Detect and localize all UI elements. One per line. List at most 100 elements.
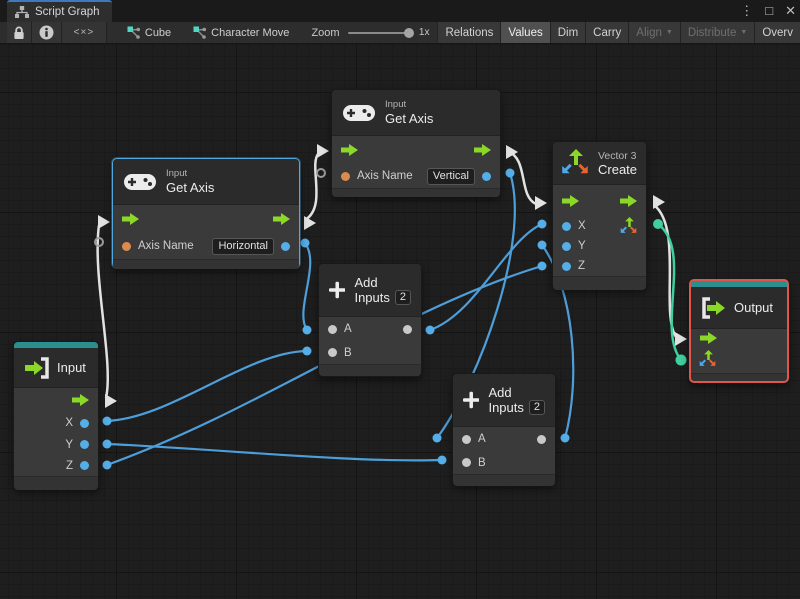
control-in-port[interactable] xyxy=(341,144,358,156)
node-graph-output[interactable]: Output xyxy=(689,279,789,383)
script-graph-window: Script Graph ⋮ □ ✕ <×> Cube Character Mo… xyxy=(0,0,800,599)
values-button[interactable]: Values xyxy=(500,22,550,43)
port-label: Axis Name xyxy=(357,170,413,182)
plus-icon xyxy=(463,391,480,409)
graph-icon xyxy=(15,6,29,18)
inputs-label: Inputs xyxy=(488,400,524,415)
node-get-axis-vertical[interactable]: Input Get Axis Axis Name Vertical xyxy=(331,89,501,197)
input-a-port[interactable] xyxy=(462,434,471,444)
lock-button[interactable] xyxy=(7,22,33,43)
node-add-1[interactable]: Add Inputs 2 A B xyxy=(318,263,422,377)
z-out-port[interactable] xyxy=(80,461,89,470)
node-category: Vector 3 xyxy=(598,149,637,162)
dim-button[interactable]: Dim xyxy=(549,22,586,43)
y-port[interactable] xyxy=(562,241,571,251)
vector3-out-port[interactable] xyxy=(620,217,637,234)
menu-icon[interactable]: ⋮ xyxy=(740,0,753,22)
inputs-count-field[interactable]: 2 xyxy=(528,400,545,415)
plus-icon xyxy=(329,281,346,299)
string-port[interactable] xyxy=(341,171,350,181)
node-title: Input xyxy=(57,360,86,375)
y-out-port[interactable] xyxy=(80,440,89,449)
maximize-icon[interactable]: □ xyxy=(765,0,773,22)
control-in-port[interactable] xyxy=(700,332,717,344)
code-preview-button[interactable]: <×> xyxy=(61,22,107,43)
info-icon xyxy=(39,25,54,40)
control-out-port[interactable] xyxy=(474,144,491,156)
zoom-value: 1x xyxy=(418,27,430,38)
input-icon xyxy=(25,356,49,379)
lock-icon xyxy=(14,26,24,39)
control-out-port[interactable] xyxy=(72,394,89,406)
input-b-port[interactable] xyxy=(328,348,337,357)
port-label: Axis Name xyxy=(138,240,194,252)
zoom-slider[interactable] xyxy=(347,27,414,38)
node-title: Create xyxy=(598,161,638,177)
port-label: Y xyxy=(65,438,73,451)
node-category: Input xyxy=(166,168,188,179)
value-out-port[interactable] xyxy=(281,241,290,251)
input-a-port[interactable] xyxy=(328,324,337,334)
node-category: Input xyxy=(385,99,407,110)
tab-title: Script Graph xyxy=(35,6,100,18)
string-port[interactable] xyxy=(122,241,131,251)
distribute-dropdown[interactable]: Distribute ▼ xyxy=(679,22,755,43)
node-title: Output xyxy=(734,300,774,315)
breadcrumb-cube[interactable]: Cube xyxy=(127,26,171,39)
control-out-port[interactable] xyxy=(620,194,637,207)
control-out-port[interactable] xyxy=(273,213,290,225)
axis-name-field[interactable]: Horizontal xyxy=(212,237,274,255)
inputs-count-field[interactable]: 2 xyxy=(394,290,411,305)
graph-canvas[interactable]: Input Get Axis Axis Name Vertical Input … xyxy=(0,44,800,599)
wire-inputx-to-add1-b[interactable] xyxy=(106,349,308,423)
breadcrumb-character-move[interactable]: Character Move xyxy=(193,26,289,39)
relations-button[interactable]: Relations xyxy=(437,22,501,43)
zoom-slider-handle[interactable] xyxy=(403,27,414,38)
graph-unit-icon xyxy=(127,26,140,39)
control-in-port[interactable] xyxy=(122,213,139,225)
port-label: B xyxy=(478,456,486,469)
inspect-button[interactable] xyxy=(32,22,62,43)
vector3-icon xyxy=(562,149,589,176)
sum-out-port[interactable] xyxy=(403,324,412,334)
wire-control-input-to-horizontal[interactable] xyxy=(96,224,110,399)
x-port[interactable] xyxy=(562,221,571,231)
graph-toolbar: <×> Cube Character Move Zoom 1x Relation… xyxy=(0,22,800,44)
empty-port-ring[interactable] xyxy=(94,237,104,247)
node-title: Add xyxy=(354,275,378,290)
carry-button[interactable]: Carry xyxy=(585,22,629,43)
wire-inputy-to-add2-b[interactable] xyxy=(106,442,443,462)
close-icon[interactable]: ✕ xyxy=(785,0,796,22)
port-label: Y xyxy=(578,240,586,252)
tab-script-graph[interactable]: Script Graph xyxy=(7,0,112,22)
value-out-port[interactable] xyxy=(482,171,491,181)
breadcrumb-label: Cube xyxy=(144,26,172,39)
node-title: Add xyxy=(488,385,512,400)
wire-control-horizontal-to-vertical[interactable] xyxy=(304,153,320,222)
axis-name-field[interactable]: Vertical xyxy=(426,167,475,185)
node-graph-input[interactable]: Input X Y Z xyxy=(13,341,99,490)
sum-out-port[interactable] xyxy=(537,434,546,444)
vector3-in-port[interactable] xyxy=(699,350,716,367)
z-port[interactable] xyxy=(562,261,571,271)
wire-horizontal-to-add1-a[interactable] xyxy=(302,242,312,331)
port-label: X xyxy=(65,417,73,429)
control-in-port[interactable] xyxy=(562,194,579,207)
node-vector3-create[interactable]: Vector 3 Create X Y Z xyxy=(552,141,647,290)
input-b-port[interactable] xyxy=(462,458,471,467)
x-out-port[interactable] xyxy=(80,418,89,428)
breadcrumb-label: Character Move xyxy=(211,26,290,39)
node-add-2[interactable]: Add Inputs 2 A B xyxy=(452,373,556,486)
port-label: A xyxy=(344,323,352,335)
empty-port-ring[interactable] xyxy=(316,168,326,178)
overview-button[interactable]: Overv xyxy=(754,22,800,43)
port-label: Z xyxy=(578,260,586,272)
node-title: Get Axis xyxy=(385,111,434,126)
port-label: A xyxy=(478,433,486,445)
node-get-axis-horizontal[interactable]: Input Get Axis Axis Name Horizontal xyxy=(112,158,300,269)
align-dropdown[interactable]: Align ▼ xyxy=(628,22,680,43)
wire-add1-to-vector3-x[interactable] xyxy=(429,222,543,332)
zoom-label: Zoom xyxy=(311,26,340,39)
chevron-down-icon: ▼ xyxy=(740,29,748,36)
port-label: X xyxy=(578,220,586,232)
